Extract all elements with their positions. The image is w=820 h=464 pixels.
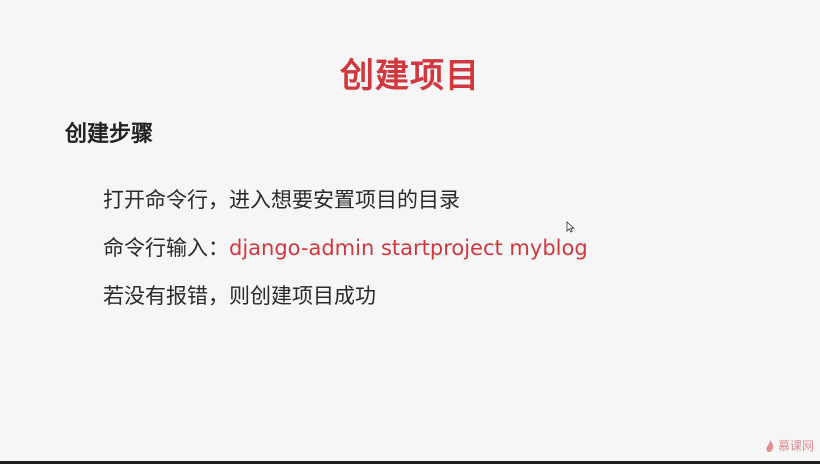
step-item: 若没有报错，则创建项目成功 [103,279,588,327]
slide: 创建项目 创建步骤 打开命令行，进入想要安置项目的目录 命令行输入：django… [0,0,820,464]
section-heading: 创建步骤 [65,122,154,147]
step-item: 打开命令行，进入想要安置项目的目录 [103,183,588,231]
flame-icon [766,439,774,452]
steps-list: 打开命令行，进入想要安置项目的目录 命令行输入：django-admin sta… [103,183,588,327]
step-text: 打开命令行，进入想要安置项目的目录 [103,188,460,212]
step-text: 若没有报错，则创建项目成功 [103,284,376,308]
mouse-cursor-icon [566,221,575,233]
watermark-text: 慕课网 [777,439,814,453]
step-text: 命令行输入： [103,236,229,260]
step-item: 命令行输入：django-admin startproject myblog [103,231,588,279]
watermark: 慕课网 [765,437,814,454]
slide-title: 创建项目 [340,56,480,96]
command-text: django-admin startproject myblog [229,236,588,260]
